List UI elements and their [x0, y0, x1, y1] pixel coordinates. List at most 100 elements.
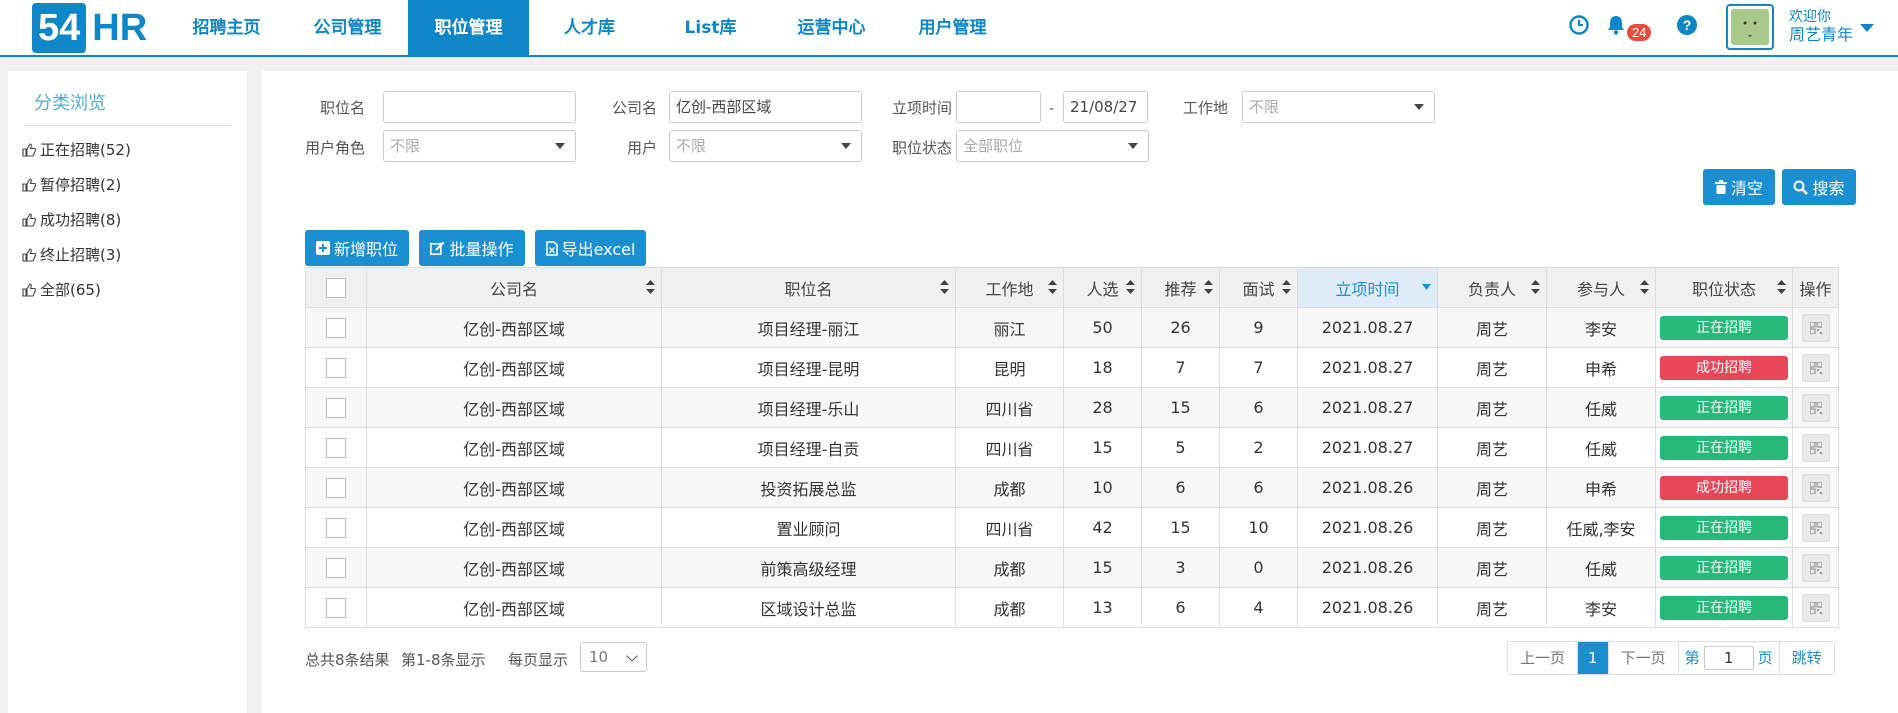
status-badge[interactable]: 正在招聘: [1660, 435, 1788, 460]
sidebar-item-terminated[interactable]: 终止招聘(3): [8, 237, 247, 272]
avatar[interactable]: [1726, 4, 1774, 50]
next-page-button[interactable]: 下一页: [1608, 642, 1679, 674]
chevron-down-icon[interactable]: [1860, 24, 1874, 32]
select-all-checkbox[interactable]: [326, 277, 346, 298]
cell-status: 正在招聘: [1655, 387, 1793, 428]
table-row[interactable]: 亿创-西部区域 投资拓展总监 成都 10 6 6 2021.08.26 周艺 申希 成功招聘: [305, 467, 1839, 508]
action-button[interactable]: [1801, 433, 1830, 462]
status-badge[interactable]: 正在招聘: [1660, 395, 1788, 420]
nav-position-management[interactable]: 职位管理: [408, 0, 529, 55]
sidebar-item-successful[interactable]: 成功招聘(8): [8, 202, 247, 237]
column-header-candidates[interactable]: 人选: [1063, 267, 1142, 308]
clear-button[interactable]: 清空: [1703, 169, 1775, 205]
position-input[interactable]: [383, 91, 576, 123]
welcome-text[interactable]: 欢迎你 周艺青年: [1789, 8, 1853, 44]
sort-icon[interactable]: [1204, 280, 1213, 294]
row-checkbox[interactable]: [326, 317, 346, 338]
row-checkbox[interactable]: [326, 557, 346, 578]
sort-icon[interactable]: [940, 280, 949, 294]
clock-icon[interactable]: [1568, 14, 1590, 36]
table-row[interactable]: 亿创-西部区域 前策高级经理 成都 15 3 0 2021.08.26 周艺 任威 正在招聘: [305, 547, 1839, 588]
column-header-label: 操作: [1799, 279, 1832, 299]
status-badge[interactable]: 正在招聘: [1660, 595, 1788, 620]
status-badge[interactable]: 正在招聘: [1660, 515, 1788, 540]
sort-icon[interactable]: [1126, 280, 1135, 294]
nav-recruit-home[interactable]: 招聘主页: [166, 0, 287, 55]
jump-button[interactable]: 跳转: [1779, 642, 1834, 674]
row-checkbox[interactable]: [326, 517, 346, 538]
logo[interactable]: 54 HR: [32, 3, 147, 53]
action-button[interactable]: [1801, 473, 1830, 502]
action-button[interactable]: [1801, 593, 1830, 622]
column-header-owner[interactable]: 负责人: [1437, 267, 1547, 308]
company-input[interactable]: 亿创-西部区域: [669, 91, 862, 123]
date-to-input[interactable]: 21/08/27: [1063, 91, 1148, 123]
column-header-date[interactable]: 立项时间: [1297, 267, 1438, 308]
row-select-cell: [305, 507, 367, 548]
sort-icon[interactable]: [1282, 280, 1291, 294]
row-checkbox[interactable]: [326, 357, 346, 378]
sort-desc-icon[interactable]: [1422, 284, 1431, 290]
sidebar-item-all[interactable]: 全部(65): [8, 272, 247, 307]
nav-list-library[interactable]: List库: [650, 0, 771, 55]
sort-icon[interactable]: [1777, 280, 1786, 294]
role-select[interactable]: 不限: [383, 130, 576, 162]
row-checkbox[interactable]: [326, 437, 346, 458]
help-icon[interactable]: ?: [1676, 14, 1698, 36]
table-row[interactable]: 亿创-西部区域 置业顾问 四川省 42 15 10 2021.08.26 周艺 任威,李安 正在招…: [305, 507, 1839, 548]
table-row[interactable]: 亿创-西部区域 项目经理-昆明 昆明 18 7 7 2021.08.27 周艺 申希 成功招聘: [305, 347, 1839, 388]
per-page-select[interactable]: 10: [580, 642, 647, 672]
column-header-status[interactable]: 职位状态: [1655, 267, 1793, 308]
page-1-button[interactable]: 1: [1578, 642, 1609, 674]
user-select[interactable]: 不限: [669, 130, 862, 162]
column-header-interviews[interactable]: 面试: [1219, 267, 1298, 308]
row-checkbox[interactable]: [326, 597, 346, 618]
sidebar-item-recruiting[interactable]: 正在招聘(52): [8, 132, 247, 167]
nav-talent-pool[interactable]: 人才库: [529, 0, 650, 55]
cell-candidates: 18: [1063, 347, 1142, 388]
column-header-recommended[interactable]: 推荐: [1141, 267, 1220, 308]
sort-icon[interactable]: [1640, 280, 1649, 294]
row-checkbox[interactable]: [326, 397, 346, 418]
date-from-input[interactable]: [956, 91, 1041, 123]
sort-icon[interactable]: [1531, 280, 1540, 294]
table-row[interactable]: 亿创-西部区域 项目经理-乐山 四川省 28 15 6 2021.08.27 周艺 任威 正在招聘: [305, 387, 1839, 428]
sort-icon[interactable]: [1048, 280, 1057, 294]
table-row[interactable]: 亿创-西部区域 区域设计总监 成都 13 6 4 2021.08.26 周艺 李安 正在招聘: [305, 587, 1839, 628]
row-select-cell: [305, 307, 367, 348]
sidebar: 分类浏览 正在招聘(52) 暂停招聘(2) 成功招聘(8) 终止招聘(3) 全部(65): [8, 71, 247, 713]
column-header-position[interactable]: 职位名: [661, 267, 956, 308]
row-checkbox[interactable]: [326, 477, 346, 498]
sidebar-item-paused[interactable]: 暂停招聘(2): [8, 167, 247, 202]
prev-page-button[interactable]: 上一页: [1508, 642, 1579, 674]
location-select[interactable]: 不限: [1242, 91, 1435, 123]
export-excel-button[interactable]: 导出excel: [535, 230, 646, 266]
cell-owner: 周艺: [1437, 307, 1547, 348]
total-count: 总共8条结果: [305, 651, 390, 669]
status-badge[interactable]: 成功招聘: [1660, 475, 1788, 500]
sort-icon[interactable]: [646, 280, 655, 294]
nav-user-management[interactable]: 用户管理: [892, 0, 1013, 55]
action-button[interactable]: [1801, 353, 1830, 382]
add-position-button[interactable]: 新增职位: [305, 230, 409, 266]
status-select[interactable]: 全部职位: [956, 130, 1149, 162]
action-button[interactable]: [1801, 513, 1830, 542]
nav-operations-center[interactable]: 运营中心: [771, 0, 892, 55]
action-button[interactable]: [1801, 393, 1830, 422]
batch-operation-button[interactable]: 批量操作: [419, 230, 525, 266]
table-row[interactable]: 亿创-西部区域 项目经理-丽江 丽江 50 26 9 2021.08.27 周艺 李安 正在招聘: [305, 307, 1839, 348]
column-header-location[interactable]: 工作地: [955, 267, 1064, 308]
status-badge[interactable]: 正在招聘: [1660, 555, 1788, 580]
bell-icon[interactable]: [1605, 14, 1627, 36]
column-header-company[interactable]: 公司名: [366, 267, 662, 308]
goto-page-input[interactable]: 1: [1703, 646, 1754, 670]
status-badge[interactable]: 成功招聘: [1660, 355, 1788, 380]
status-badge[interactable]: 正在招聘: [1660, 315, 1788, 340]
action-button[interactable]: [1801, 553, 1830, 582]
action-button[interactable]: [1801, 313, 1830, 342]
search-button[interactable]: 搜索: [1782, 169, 1856, 205]
column-header-label: 工作地: [985, 279, 1034, 299]
table-row[interactable]: 亿创-西部区域 项目经理-自贡 四川省 15 5 2 2021.08.27 周艺 任威 正在招聘: [305, 427, 1839, 468]
column-header-participants[interactable]: 参与人: [1546, 267, 1656, 308]
nav-company-management[interactable]: 公司管理: [287, 0, 408, 55]
